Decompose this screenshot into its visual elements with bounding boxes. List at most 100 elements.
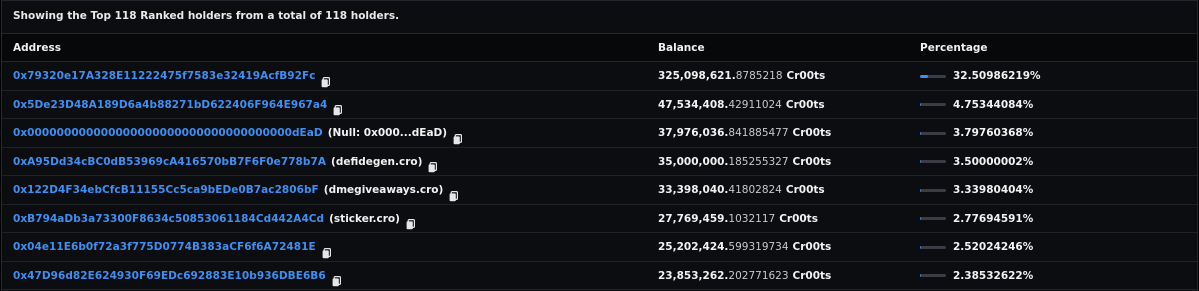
balance-unit: Cr00ts xyxy=(785,98,825,111)
address-link[interactable]: 0xA95Dd34cBC0dB53969cA416570bB7F6F0e778b… xyxy=(13,148,326,176)
percentage-bar-fill xyxy=(920,160,922,163)
percentage-cell: 4.75344084% xyxy=(920,91,1033,119)
percentage-bar-fill xyxy=(920,74,929,78)
table-row: 0xA95Dd34cBC0dB53969cA416570bB7F6F0e778b… xyxy=(2,147,1197,176)
balance-integer: 23,853,262. xyxy=(658,269,729,282)
balance-cell: 33,398,040.41802824 Cr00ts xyxy=(658,176,825,204)
holders-summary: Showing the Top 118 Ranked holders from … xyxy=(2,1,1197,34)
balance-cell: 35,000,000.185255327 Cr00ts xyxy=(658,148,831,176)
address-link[interactable]: 0x47D96d82E624930F69EDc692883E10b936DBE6… xyxy=(13,262,326,290)
table-row: 0x79320e17A328E11222475f7583e32419AcfB92… xyxy=(2,62,1197,91)
percentage-bar xyxy=(920,274,946,277)
table-row: 0x47D96d82E624930F69EDc692883E10b936DBE6… xyxy=(2,261,1197,290)
percentage-bar xyxy=(920,160,946,163)
copy-icon[interactable] xyxy=(406,213,415,230)
copy-icon[interactable] xyxy=(333,99,343,116)
percentage-cell: 3.79760368% xyxy=(920,119,1033,147)
balance-fraction: 841885477 xyxy=(728,127,789,139)
percentage-value: 2.52024246% xyxy=(953,241,1034,253)
percentage-bar-fill xyxy=(920,131,922,135)
table-row: 0x04e11E6b0f72a3f775D0774B383aCF6f6A7248… xyxy=(2,233,1197,262)
balance-cell: 25,202,424.599319734 Cr00ts xyxy=(658,233,831,261)
percentage-bar-fill xyxy=(920,245,922,249)
balance-unit: Cr00ts xyxy=(792,155,832,168)
address-alias: (dmegiveaways.cro) xyxy=(323,184,444,196)
address-alias: (defidegen.cro) xyxy=(331,155,423,168)
percentage-bar xyxy=(920,131,946,135)
percentage-value: 32.50986219% xyxy=(953,70,1041,82)
address-cell: 0x122D4F34ebCfcB11155Cc5ca9bEDe0B7ac2806… xyxy=(13,176,459,204)
copy-icon[interactable] xyxy=(332,270,341,287)
balance-integer: 325,098,621. xyxy=(658,70,736,82)
address-link[interactable]: 0x000000000000000000000000000000000000dE… xyxy=(13,119,323,147)
percentage-bar xyxy=(920,245,946,249)
address-cell: 0x000000000000000000000000000000000000dE… xyxy=(13,119,463,147)
balance-cell: 325,098,621.8785218 Cr00ts xyxy=(658,62,825,90)
balance-cell: 23,853,262.202771623 Cr00ts xyxy=(658,262,831,290)
address-cell: 0xA95Dd34cBC0dB53969cA416570bB7F6F0e778b… xyxy=(13,148,438,176)
percentage-value: 3.50000002% xyxy=(953,155,1034,168)
percentage-value: 4.75344084% xyxy=(953,98,1034,111)
copy-icon[interactable] xyxy=(321,71,331,87)
balance-fraction: 8785218 xyxy=(735,70,783,82)
address-cell: 0x79320e17A328E11222475f7583e32419AcfB92… xyxy=(13,62,331,90)
table-row: 0x000000000000000000000000000000000000dE… xyxy=(2,119,1197,148)
percentage-value: 3.79760368% xyxy=(953,127,1034,139)
percentage-cell: 3.50000002% xyxy=(920,148,1033,176)
balance-integer: 47,534,408. xyxy=(658,98,729,111)
address-cell: 0x47D96d82E624930F69EDc692883E10b936DBE6… xyxy=(13,262,341,290)
table-header: Address Balance Percentage xyxy=(2,34,1197,62)
balance-fraction: 202771623 xyxy=(728,269,789,282)
column-header-percentage: Percentage xyxy=(920,42,988,54)
balance-integer: 35,000,000. xyxy=(658,155,729,168)
balance-fraction: 185255327 xyxy=(728,155,789,168)
percentage-value: 2.38532622% xyxy=(953,269,1034,282)
address-alias: (sticker.cro) xyxy=(329,212,400,225)
holders-panel: Showing the Top 118 Ranked holders from … xyxy=(1,0,1198,291)
address-cell: 0x04e11E6b0f72a3f775D0774B383aCF6f6A7248… xyxy=(13,233,331,261)
table-row: 0x122D4F34ebCfcB11155Cc5ca9bEDe0B7ac2806… xyxy=(2,176,1197,205)
percentage-cell: 2.38532622% xyxy=(920,262,1033,290)
column-header-address: Address xyxy=(13,42,61,54)
balance-unit: Cr00ts xyxy=(792,127,832,139)
balance-unit: Cr00ts xyxy=(792,269,832,282)
balance-fraction: 599319734 xyxy=(728,241,789,253)
percentage-bar-fill xyxy=(920,188,922,192)
percentage-bar-fill xyxy=(920,274,922,277)
percentage-bar-fill xyxy=(920,217,922,220)
balance-integer: 33,398,040. xyxy=(658,184,729,196)
table-row: 0xB794aDb3a73300F8634c50853061184Cd442A4… xyxy=(2,204,1197,233)
copy-icon[interactable] xyxy=(322,242,331,258)
balance-unit: Cr00ts xyxy=(786,70,826,82)
percentage-cell: 3.33980404% xyxy=(920,176,1033,204)
balance-unit: Cr00ts xyxy=(779,212,818,225)
percentage-bar-fill xyxy=(920,103,922,106)
address-link[interactable]: 0xB794aDb3a73300F8634c50853061184Cd442A4… xyxy=(13,205,324,233)
address-cell: 0x5De23D48A189D6a4b88271bD622406F964E967… xyxy=(13,91,343,119)
address-cell: 0xB794aDb3a73300F8634c50853061184Cd442A4… xyxy=(13,205,415,233)
address-link[interactable]: 0x79320e17A328E11222475f7583e32419AcfB92… xyxy=(13,62,315,90)
percentage-bar xyxy=(920,217,946,220)
balance-cell: 37,976,036.841885477 Cr00ts xyxy=(658,119,831,147)
copy-icon[interactable] xyxy=(428,156,438,173)
balance-cell: 47,534,408.42911024 Cr00ts xyxy=(658,91,825,119)
address-link[interactable]: 0x122D4F34ebCfcB11155Cc5ca9bEDe0B7ac2806… xyxy=(13,176,319,204)
balance-unit: Cr00ts xyxy=(785,184,825,196)
address-link[interactable]: 0x5De23D48A189D6a4b88271bD622406F964E967… xyxy=(13,91,327,119)
table-row: 0x5De23D48A189D6a4b88271bD622406F964E967… xyxy=(2,90,1197,119)
percentage-cell: 2.77694591% xyxy=(920,205,1033,233)
percentage-cell: 32.50986219% xyxy=(920,62,1041,90)
balance-unit: Cr00ts xyxy=(792,241,832,253)
balance-cell: 27,769,459.1032117 Cr00ts xyxy=(658,205,818,233)
address-alias: (Null: 0x000...dEaD) xyxy=(327,127,448,139)
balance-integer: 25,202,424. xyxy=(658,241,729,253)
percentage-value: 2.77694591% xyxy=(953,212,1034,225)
balance-fraction: 1032117 xyxy=(728,212,776,225)
percentage-bar xyxy=(920,103,946,106)
copy-icon[interactable] xyxy=(449,185,459,201)
percentage-bar xyxy=(920,74,946,78)
address-link[interactable]: 0x04e11E6b0f72a3f775D0774B383aCF6f6A7248… xyxy=(13,233,316,261)
percentage-bar xyxy=(920,188,946,192)
copy-icon[interactable] xyxy=(453,128,463,144)
percentage-cell: 2.52024246% xyxy=(920,233,1033,261)
